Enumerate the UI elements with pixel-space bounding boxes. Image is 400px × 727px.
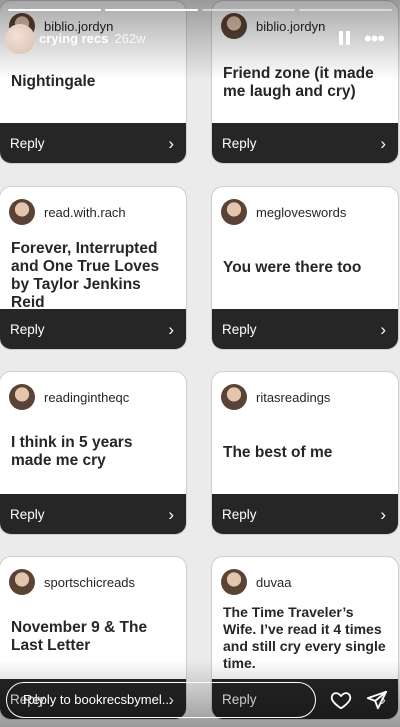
reply-card: readingintheqc I think in 5 years made m… <box>0 371 187 535</box>
progress-segment <box>299 9 392 11</box>
message-input[interactable]: Reply to bookrecsbymel... <box>6 682 316 718</box>
story-title[interactable]: crying recs 262w <box>39 31 145 46</box>
reply-button[interactable]: Reply › <box>212 309 398 349</box>
username: duvaa <box>256 574 292 590</box>
send-icon[interactable] <box>366 689 388 711</box>
username: readingintheqc <box>44 389 130 405</box>
answer-text: Nightingale <box>11 73 96 90</box>
reply-card: read.with.rach Forever, Interrupted and … <box>0 186 187 350</box>
heart-icon[interactable] <box>330 689 352 711</box>
avatar <box>221 384 247 410</box>
avatar <box>9 199 35 225</box>
reply-button[interactable]: Reply › <box>212 123 398 163</box>
username: ritasreadings <box>256 389 331 405</box>
chevron-right-icon: › <box>380 133 386 153</box>
reply-label: Reply <box>222 506 257 522</box>
reply-label: Reply <box>222 321 257 337</box>
reply-button[interactable]: Reply › <box>0 494 186 534</box>
avatar <box>9 384 35 410</box>
answer-text: Forever, Interrupted and One True Loves … <box>11 240 160 311</box>
story-name: crying recs <box>39 31 109 46</box>
chevron-right-icon: › <box>168 319 174 339</box>
reply-button[interactable]: Reply › <box>0 123 186 163</box>
answer-text: The best of me <box>223 444 333 461</box>
reply-card: megloveswords You were there too Reply › <box>211 186 399 350</box>
card-header: megloveswords <box>221 199 346 225</box>
username: megloveswords <box>256 204 347 220</box>
progress-segment <box>105 9 198 11</box>
chevron-right-icon: › <box>380 504 386 524</box>
card-header: biblio.jordyn <box>221 13 325 39</box>
card-header: read.with.rach <box>9 199 126 225</box>
reply-label: Reply <box>10 506 45 522</box>
message-placeholder: Reply to bookrecsbymel... <box>23 692 173 707</box>
story-author-avatar[interactable] <box>5 24 35 54</box>
avatar <box>221 13 247 39</box>
reply-label: Reply <box>10 135 45 151</box>
progress-segment <box>8 9 101 11</box>
story-progress-bar <box>8 9 392 11</box>
chevron-right-icon: › <box>168 504 174 524</box>
answer-text: Friend zone (it made me laugh and cry) <box>223 65 374 100</box>
reply-button[interactable]: Reply › <box>0 309 186 349</box>
reply-card: ritasreadings The best of me Reply › <box>211 371 399 535</box>
progress-segment <box>202 9 295 11</box>
more-options-icon[interactable]: ••• <box>364 28 385 50</box>
reply-label: Reply <box>222 135 257 151</box>
answer-text: November 9 & The Last Letter <box>11 619 148 654</box>
pause-icon[interactable] <box>339 31 351 45</box>
avatar <box>221 199 247 225</box>
card-header: ritasreadings <box>221 384 330 410</box>
avatar <box>221 569 247 595</box>
card-header: duvaa <box>221 569 291 595</box>
reply-button[interactable]: Reply › <box>212 494 398 534</box>
chevron-right-icon: › <box>380 319 386 339</box>
avatar <box>9 569 35 595</box>
answer-text: You were there too <box>223 259 362 276</box>
chevron-right-icon: › <box>168 133 174 153</box>
reply-card: biblio.jordyn Nightingale Reply › <box>0 0 187 164</box>
username: read.with.rach <box>44 204 126 220</box>
reply-label: Reply <box>10 321 45 337</box>
username: sportschicreads <box>44 574 136 590</box>
reply-card: biblio.jordyn Friend zone (it made me la… <box>211 0 399 164</box>
card-header: sportschicreads <box>9 569 135 595</box>
answer-text: I think in 5 years made me cry <box>11 434 133 469</box>
story-timestamp: 262w <box>114 31 146 46</box>
card-header: readingintheqc <box>9 384 129 410</box>
username: biblio.jordyn <box>256 18 326 34</box>
